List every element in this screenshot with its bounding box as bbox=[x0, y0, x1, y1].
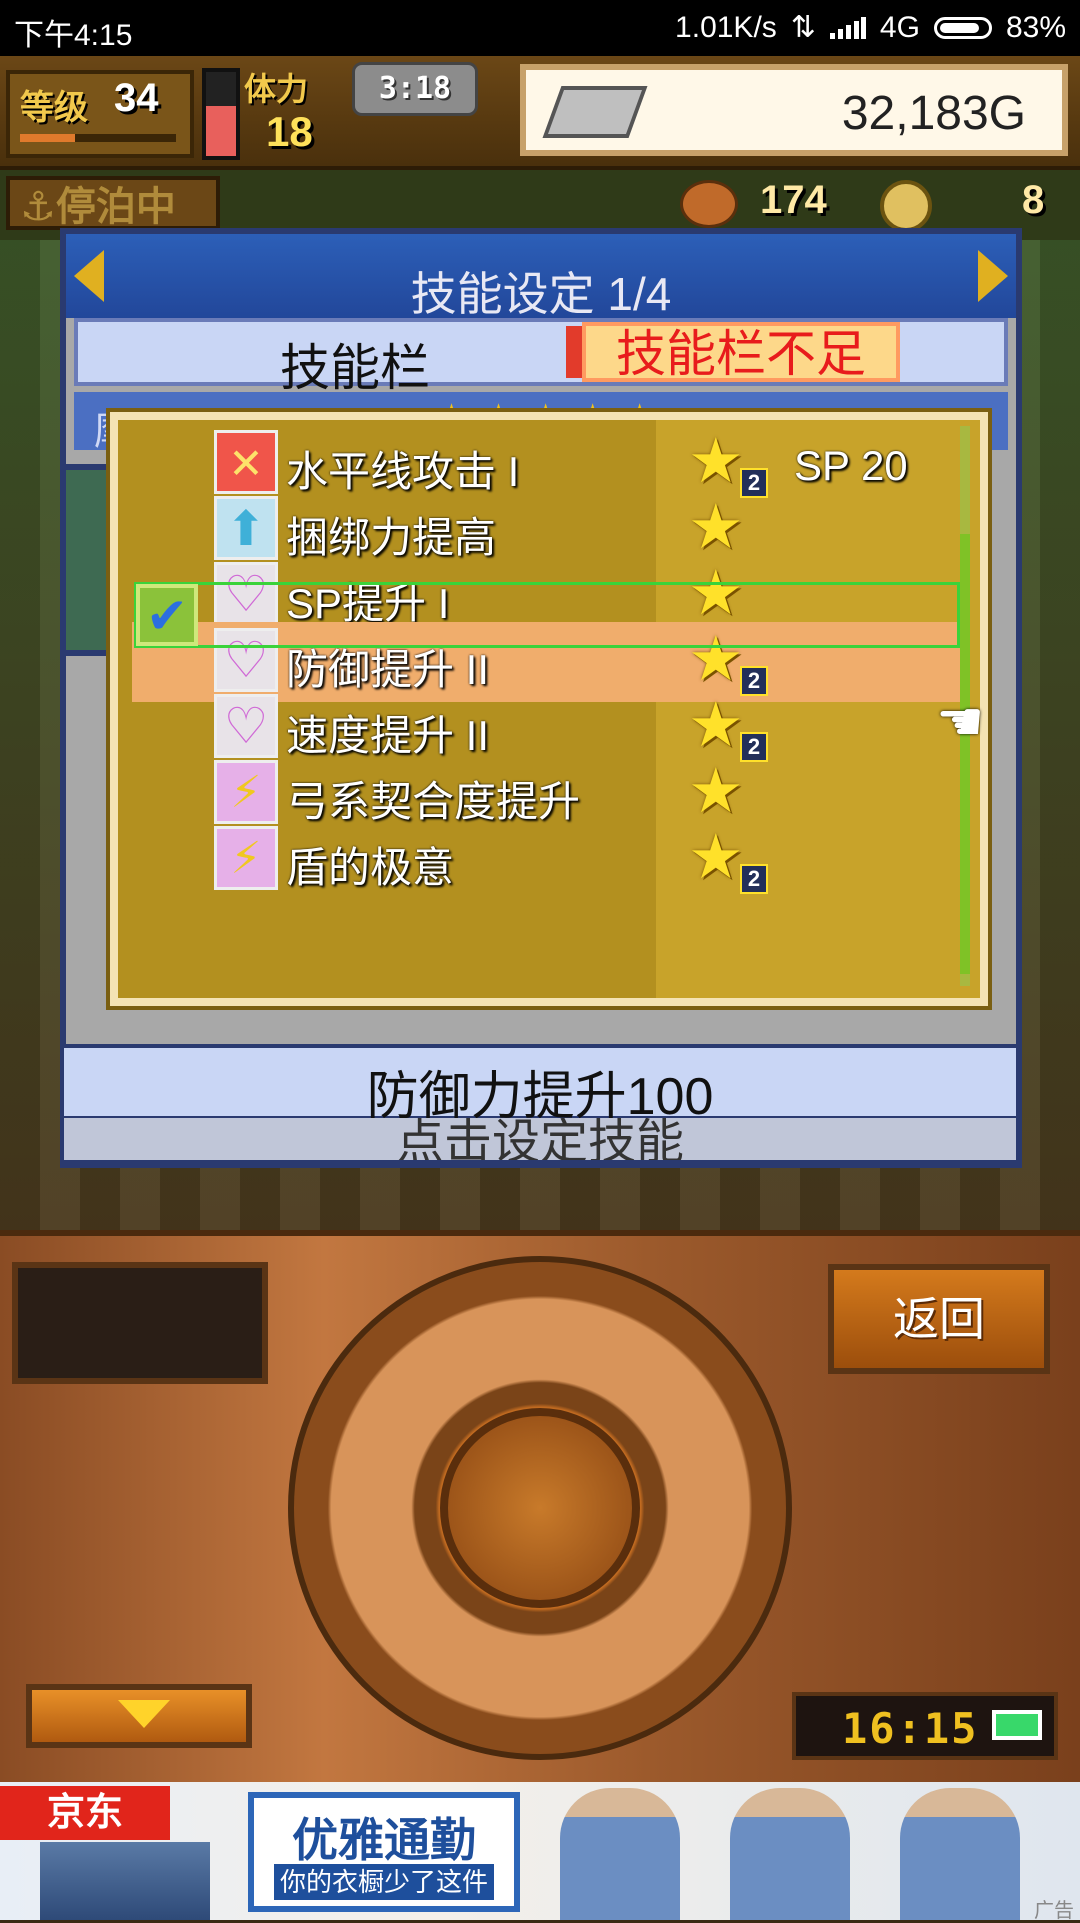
star-icon: ★ bbox=[688, 691, 744, 760]
battery-percent: 83% bbox=[1005, 10, 1066, 44]
battery-icon bbox=[933, 16, 992, 39]
skill-row[interactable]: 盾的极意 ★2 bbox=[118, 820, 980, 900]
next-page-arrow-icon[interactable] bbox=[978, 250, 1008, 302]
ad-product-image bbox=[40, 1842, 210, 1920]
net-speed: 1.01K/s bbox=[675, 10, 777, 44]
dpad-center-button[interactable] bbox=[440, 1408, 640, 1608]
stamina-timer: 3:18 bbox=[352, 62, 478, 116]
stamina-value: 18 bbox=[266, 108, 313, 155]
ad-tag: 广告 bbox=[1034, 1900, 1074, 1922]
network-type: 4G bbox=[879, 10, 920, 44]
coin-value: 8 bbox=[1022, 178, 1045, 222]
stamina-gauge bbox=[202, 68, 240, 160]
food-value: 174 bbox=[760, 178, 827, 222]
ad-brand-logo: 京东 bbox=[0, 1786, 170, 1840]
moored-label: 停泊中 bbox=[55, 185, 176, 229]
selected-skill-frame bbox=[134, 582, 960, 648]
star-icon: ★ bbox=[688, 757, 744, 826]
battery-full-icon bbox=[992, 1710, 1042, 1740]
ad-title: 优雅通勤 bbox=[292, 1814, 476, 1866]
game-clock-time: 16:15 bbox=[842, 1704, 979, 1753]
ad-model-image bbox=[730, 1788, 850, 1920]
moored-status: ⚓停泊中 bbox=[6, 176, 220, 230]
star-icon: ★ bbox=[688, 427, 744, 496]
skill-slot-bar: 技能栏 技能栏不足 bbox=[74, 318, 1008, 396]
coin-icon bbox=[880, 180, 932, 232]
food-icon bbox=[680, 180, 738, 228]
slot-warning: 技能栏不足 bbox=[582, 322, 900, 382]
status-indicators: 1.01K/s ⇅ 4G 83% bbox=[675, 10, 1066, 45]
skill-list: 水平线攻击 I★2SP 20捆绑力提高★SP提升 I★防御提升 II★2速度提升… bbox=[106, 408, 992, 1010]
silver-bar-icon bbox=[542, 86, 648, 138]
menu-down-button[interactable] bbox=[26, 1684, 252, 1748]
skill-sp-cost: SP 20 bbox=[794, 442, 908, 489]
checkmark-icon[interactable]: ✔ bbox=[136, 584, 198, 646]
level-progress-bar bbox=[20, 134, 176, 142]
anchor-icon: ⚓ bbox=[20, 185, 56, 229]
scrollbar-thumb[interactable] bbox=[960, 534, 970, 974]
skill-description-bar: 防御力提升100 bbox=[60, 1044, 1020, 1126]
heart-icon bbox=[214, 694, 278, 758]
ad-title-box: 优雅通勤 你的衣橱少了这件 bbox=[248, 1792, 520, 1912]
ad-subtitle: 你的衣橱少了这件 bbox=[274, 1864, 494, 1900]
star-icon: ★ bbox=[688, 823, 744, 892]
star-level-badge: 2 bbox=[740, 864, 768, 894]
stamina-label: 体力 bbox=[244, 71, 309, 107]
back-button[interactable]: 返回 bbox=[828, 1264, 1050, 1374]
data-transfer-icon: ⇅ bbox=[790, 11, 816, 44]
stamina-box: 体力 18 bbox=[240, 64, 350, 156]
ad-banner[interactable]: 京东 优雅通勤 你的衣橱少了这件 广告 bbox=[0, 1782, 1080, 1922]
lightning-icon bbox=[214, 826, 278, 890]
star-icon: ★ bbox=[688, 493, 744, 562]
status-time: 下午4:15 bbox=[14, 19, 133, 52]
pointer-hand-icon: ☚ bbox=[936, 692, 985, 752]
game-clock: 16:15 bbox=[792, 1692, 1058, 1760]
level-label: 等级 bbox=[20, 89, 88, 127]
ad-model-image bbox=[900, 1788, 1020, 1920]
info-screen bbox=[12, 1262, 268, 1384]
hint-text: 点击设定技能 bbox=[395, 1118, 684, 1164]
stamina-gauge-fill bbox=[206, 105, 236, 156]
skill-name: 盾的极意 bbox=[286, 844, 455, 891]
signal-icon bbox=[829, 16, 866, 39]
gold-value: 32,183G bbox=[841, 87, 1026, 140]
skill-slot-label: 技能栏 bbox=[280, 340, 430, 396]
dialog-title: 技能设定 1/4 bbox=[410, 268, 672, 320]
up-arrow-icon bbox=[214, 496, 278, 560]
lightning-icon bbox=[214, 760, 278, 824]
dpad[interactable] bbox=[288, 1256, 792, 1760]
level-progress-fill bbox=[20, 134, 75, 142]
gold-box: 32,183G bbox=[520, 64, 1068, 156]
cross-swords-icon bbox=[214, 430, 278, 494]
top-hud: 等级 34 体力 18 3:18 32,183G bbox=[0, 56, 1080, 170]
level-box: 等级 34 bbox=[6, 70, 194, 158]
level-value: 34 bbox=[114, 76, 159, 120]
hint-bar: 点击设定技能 bbox=[60, 1118, 1020, 1164]
controller-panel: 返回 16:15 bbox=[0, 1230, 1080, 1784]
status-bar: 下午4:15 1.01K/s ⇅ 4G 83% bbox=[0, 0, 1080, 56]
ad-model-image bbox=[560, 1788, 680, 1920]
dialog-title-bar: 技能设定 1/4 bbox=[66, 234, 1016, 320]
